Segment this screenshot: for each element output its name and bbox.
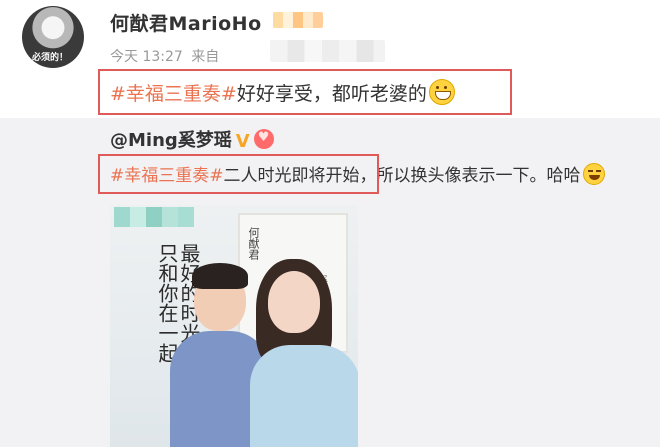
heart-badge-icon — [253, 129, 274, 149]
photo-name-top: 何猷君 — [247, 227, 260, 260]
post-source-prefix: 来自 — [191, 49, 220, 65]
post-meta: 今天 13:27 来自 — [110, 46, 223, 66]
post-username[interactable]: 何猷君MarioHo — [110, 9, 262, 36]
avatar[interactable]: 必须的！ — [22, 6, 84, 68]
avatar-caption: 必须的！ — [32, 53, 69, 63]
repost-photo[interactable]: 最好的时光，就是只和你在一起。 何猷君 奚梦瑶 — [110, 205, 358, 447]
highlight-box-post — [98, 69, 512, 115]
highlight-box-repost — [98, 154, 379, 194]
repost-user: @Ming奚梦瑶 V — [110, 126, 274, 152]
photo-censor-mosaic — [114, 207, 194, 227]
photo-person-man — [170, 263, 270, 447]
photo-person-woman — [250, 259, 358, 447]
laugh-emoji-icon — [582, 163, 605, 185]
source-censor-mosaic — [270, 40, 385, 62]
repost-text-part2: 所以换头像表示一下。哈哈 — [376, 166, 581, 186]
post-time[interactable]: 今天 13:27 — [110, 49, 183, 65]
repost-username[interactable]: @Ming奚梦瑶 — [110, 130, 232, 151]
verified-v-icon: V — [235, 131, 250, 152]
censor-mosaic — [273, 12, 323, 28]
